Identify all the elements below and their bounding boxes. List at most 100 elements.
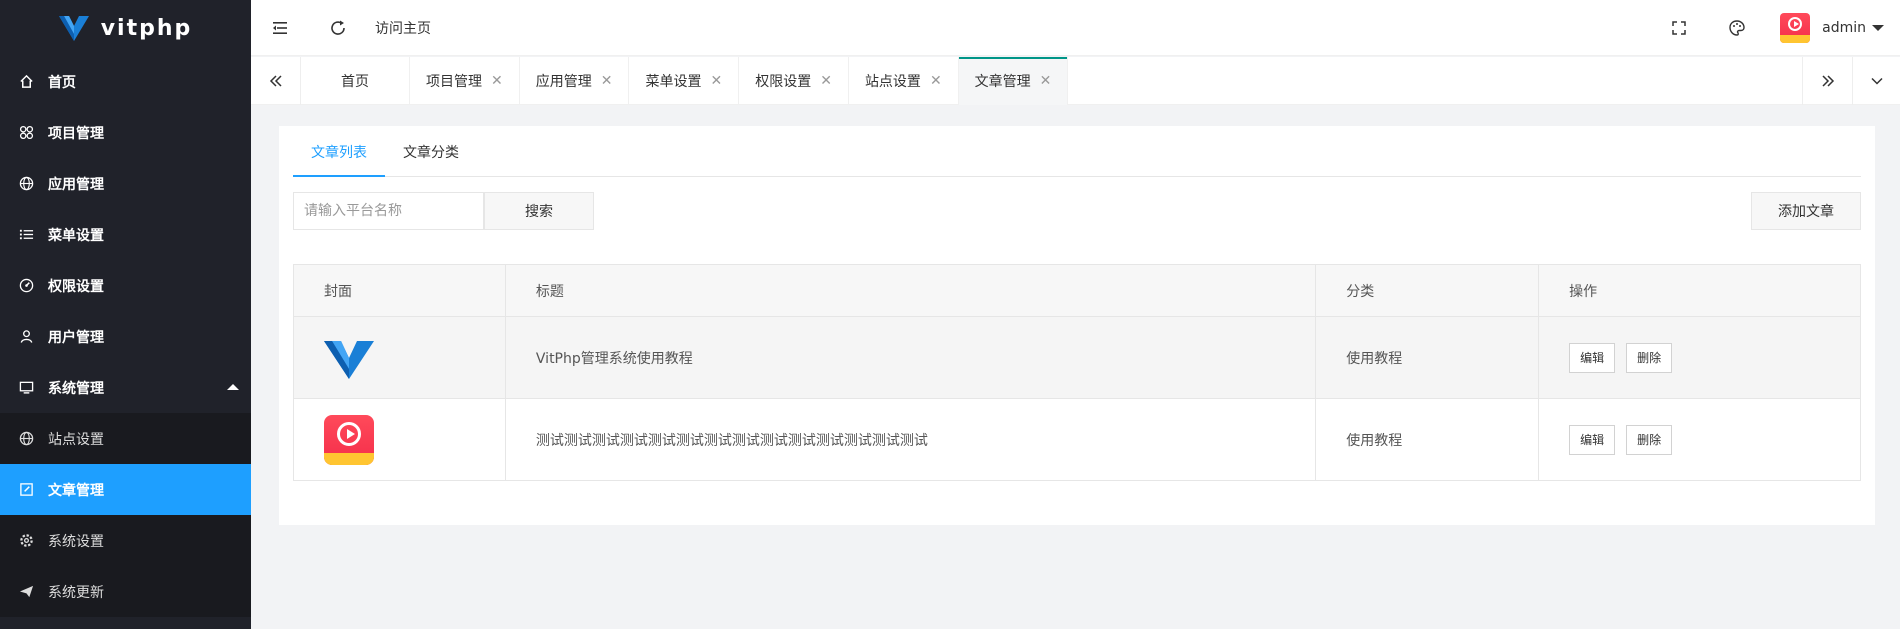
sidebar-item-menu-settings[interactable]: 菜单设置 [0,209,251,260]
tabs-scroll-right-button[interactable] [1802,57,1852,105]
edit-button[interactable]: 编辑 [1569,424,1616,455]
column-header-cover: 封面 [293,264,506,317]
refresh-button[interactable] [309,0,367,56]
page-tabbar: 首页 项目管理 ✕ 应用管理 ✕ 菜单设置 ✕ 权限设置 ✕ 站点设置 ✕ 文章管理 ✕ [251,57,1900,105]
category-cell: 使用教程 [1315,398,1540,481]
delete-button[interactable]: 删除 [1626,424,1673,455]
system-submenu: 站点设置 文章管理 系统设置 系统更新 [0,413,251,617]
palette-icon [1729,20,1745,36]
sidebar-item-label: 用户管理 [48,329,104,346]
cover-cell [293,398,506,481]
sidebar-item-site-settings[interactable]: 站点设置 [0,413,251,464]
actions-cell: 编辑 删除 [1538,316,1861,399]
monitor-icon [18,380,34,396]
tab-menu-settings[interactable]: 菜单设置 ✕ [629,57,740,105]
search-button[interactable]: 搜索 [484,192,594,230]
cover-cell [293,316,506,399]
tab-home[interactable]: 首页 [301,57,410,105]
sidebar-item-label: 系统更新 [48,584,104,601]
content-tabs: 文章列表 文章分类 [293,140,1861,177]
double-chevron-left-icon [269,75,282,87]
title-cell: 测试测试测试测试测试测试测试测试测试测试测试测试测试测试 [504,398,1317,481]
sidebar-item-system-update[interactable]: 系统更新 [0,566,251,617]
table-header-row: 封面 标题 分类 操作 [293,264,1861,317]
close-icon[interactable]: ✕ [1040,73,1052,89]
sidebar-item-users[interactable]: 用户管理 [0,311,251,362]
sidebar-item-home[interactable]: 首页 [0,56,251,107]
user-menu[interactable]: admin [1766,13,1900,43]
tab-label: 菜单设置 [645,74,702,90]
gauge-icon [18,278,34,294]
gear-icon [18,533,34,549]
close-icon[interactable]: ✕ [930,73,942,89]
sidebar-item-label: 权限设置 [48,278,104,295]
tab-article-list[interactable]: 文章列表 [293,140,385,177]
add-article-button[interactable]: 添加文章 [1751,192,1861,230]
visit-home-link[interactable]: 访问主页 [375,18,431,38]
sidebar-item-articles[interactable]: 文章管理 [0,464,251,515]
tab-permissions[interactable]: 权限设置 ✕ [739,57,849,105]
user-icon [18,329,34,345]
top-header: 访问主页 admin [251,0,1900,56]
home-icon [18,74,34,90]
tab-label: 应用管理 [535,74,592,90]
edit-button[interactable]: 编辑 [1569,342,1616,373]
sidebar-item-label: 站点设置 [48,431,104,448]
refresh-icon [331,20,345,35]
article-table: 封面 标题 分类 操作 VitPhp管理系统使用教程 使用教程 编辑 删除 测试… [293,264,1861,481]
tab-articles[interactable]: 文章管理 ✕ [958,57,1069,105]
sidebar-item-system-settings[interactable]: 系统设置 [0,515,251,566]
vitphp-cover-image [324,340,374,379]
logo-text: vitphp [100,15,193,41]
sidebar-item-apps[interactable]: 应用管理 [0,158,251,209]
header-right: admin [1650,0,1900,56]
column-header-title: 标题 [504,264,1317,317]
tab-apps[interactable]: 应用管理 ✕ [520,57,630,105]
tab-label: 项目管理 [426,74,482,90]
actions-cell: 编辑 删除 [1538,398,1861,481]
close-icon[interactable]: ✕ [601,73,613,89]
close-icon[interactable]: ✕ [820,73,832,89]
edit-icon [18,482,34,498]
globe-icon [18,431,34,447]
tab-article-category[interactable]: 文章分类 [385,140,477,177]
send-icon [18,584,34,600]
sidebar-item-label: 项目管理 [48,125,104,142]
sidebar-item-label: 系统设置 [48,533,104,550]
vitphp-logo-icon [58,16,89,41]
apps-icon [18,125,34,141]
list-icon [18,227,34,243]
column-header-actions: 操作 [1538,264,1861,317]
sidebar-item-label: 应用管理 [48,176,104,193]
sidebar-item-system[interactable]: 系统管理 [0,362,251,413]
tab-label: 文章管理 [974,74,1031,90]
column-header-category: 分类 [1315,264,1540,317]
tab-label: 权限设置 [755,74,812,90]
tabs-scroll-left-button[interactable] [251,57,301,105]
collapse-sidebar-button[interactable] [251,0,309,56]
search-input[interactable] [293,192,484,230]
sidebar-item-label: 菜单设置 [48,227,104,244]
article-panel: 文章列表 文章分类 搜索 添加文章 封面 标题 分类 操作 [279,126,1875,525]
tabs-menu-button[interactable] [1852,57,1900,105]
logo[interactable]: vitphp [0,0,251,56]
avatar [1780,13,1811,43]
close-icon[interactable]: ✕ [710,73,722,89]
delete-button[interactable]: 删除 [1626,342,1673,373]
close-icon[interactable]: ✕ [491,73,503,89]
sidebar-item-projects[interactable]: 项目管理 [0,107,251,158]
app-cover-image [324,414,374,465]
sidebar: vitphp 首页 项目管理 应用管理 菜单设置 权限设置 用户管理 系统管理 … [0,0,251,629]
sidebar-item-permissions[interactable]: 权限设置 [0,260,251,311]
category-cell: 使用教程 [1315,316,1540,399]
fullscreen-button[interactable] [1650,0,1708,56]
tab-site-settings[interactable]: 站点设置 ✕ [849,57,959,105]
menu-collapse-icon [273,21,287,34]
theme-button[interactable] [1708,0,1766,56]
tab-label: 站点设置 [864,74,921,90]
table-row: 测试测试测试测试测试测试测试测试测试测试测试测试测试测试 使用教程 编辑 删除 [293,398,1861,481]
table-row: VitPhp管理系统使用教程 使用教程 编辑 删除 [293,316,1861,399]
tab-projects[interactable]: 项目管理 ✕ [410,57,520,105]
caret-up-icon [227,384,239,390]
globe-icon [18,176,34,192]
